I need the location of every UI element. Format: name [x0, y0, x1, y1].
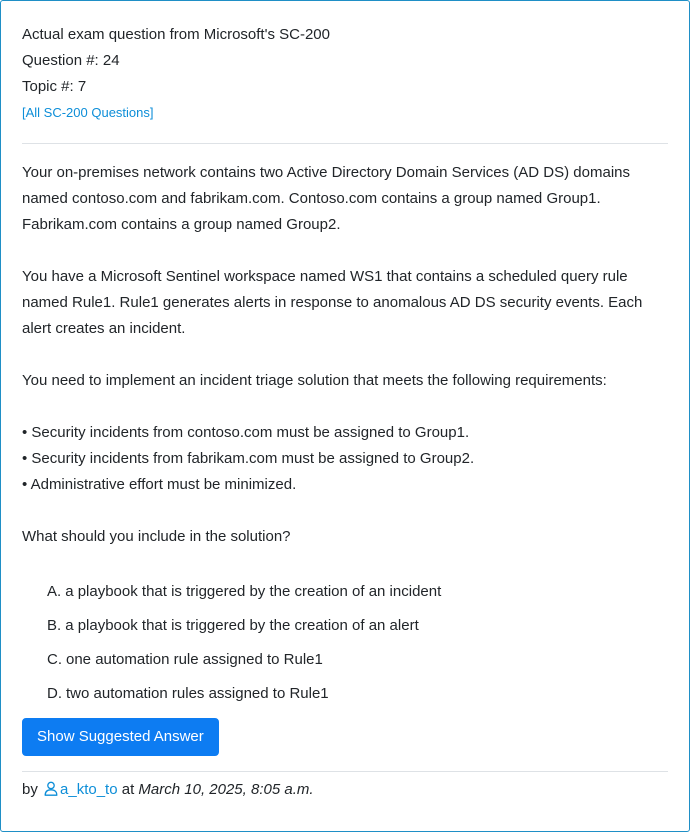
- question-paragraph-3: You need to implement an incident triage…: [22, 372, 607, 389]
- header-divider: [22, 143, 668, 144]
- choice-text: one automation rule assigned to Rule1: [66, 651, 323, 668]
- requirement-item: • Security incidents from contoso.com mu…: [22, 424, 470, 441]
- exam-title: Actual exam question from Microsoft's SC…: [22, 26, 330, 43]
- post-date: March 10, 2025, 8:05 a.m.: [138, 781, 314, 798]
- username: a_kto_to: [60, 781, 118, 798]
- requirements-list: • Security incidents from contoso.com mu…: [22, 420, 668, 498]
- choice-b[interactable]: B. a playbook that is triggered by the cr…: [47, 614, 668, 648]
- choice-text: a playbook that is triggered by the crea…: [65, 617, 419, 634]
- requirement-item: • Security incidents from fabrikam.com m…: [22, 450, 475, 467]
- topic-number: Topic #: 7: [22, 78, 87, 95]
- all-questions-link[interactable]: [All SC-200 Questions]: [22, 100, 154, 126]
- choice-c[interactable]: C. one automation rule assigned to Rule1: [47, 648, 668, 682]
- post-footer: by a_kto_to at March 10, 2025, 8:05 a.m.: [22, 779, 668, 803]
- choice-text: two automation rules assigned to Rule1: [66, 685, 329, 702]
- requirement-item: • Administrative effort must be minimize…: [22, 476, 297, 493]
- choice-letter: B.: [47, 617, 62, 634]
- footer-divider: [22, 771, 668, 772]
- answer-choices: A. a playbook that is triggered by the cr…: [22, 580, 668, 716]
- user-icon: [44, 781, 58, 803]
- choice-letter: C.: [47, 651, 62, 668]
- choice-a[interactable]: A. a playbook that is triggered by the cr…: [47, 580, 668, 614]
- choice-letter: A.: [47, 583, 62, 600]
- question-header: Actual exam question from Microsoft's SC…: [22, 1, 668, 126]
- question-number: Question #: 24: [22, 52, 120, 69]
- by-label: by: [22, 781, 38, 798]
- show-suggested-answer-button[interactable]: Show Suggested Answer: [22, 718, 219, 756]
- question-paragraph-1: Your on-premises network contains two Ac…: [22, 164, 631, 233]
- question-paragraph-2: You have a Microsoft Sentinel workspace …: [22, 268, 643, 337]
- choice-text: a playbook that is triggered by the crea…: [65, 583, 442, 600]
- choice-d[interactable]: D. two automation rules assigned to Rule1: [47, 682, 668, 716]
- username-link[interactable]: a_kto_to: [42, 781, 118, 798]
- choice-letter: D.: [47, 685, 62, 702]
- at-label: at: [121, 781, 135, 798]
- question-body: Your on-premises network contains two Ac…: [22, 160, 668, 550]
- question-prompt: What should you include in the solution?: [22, 528, 291, 545]
- question-card: Actual exam question from Microsoft's SC…: [0, 0, 690, 832]
